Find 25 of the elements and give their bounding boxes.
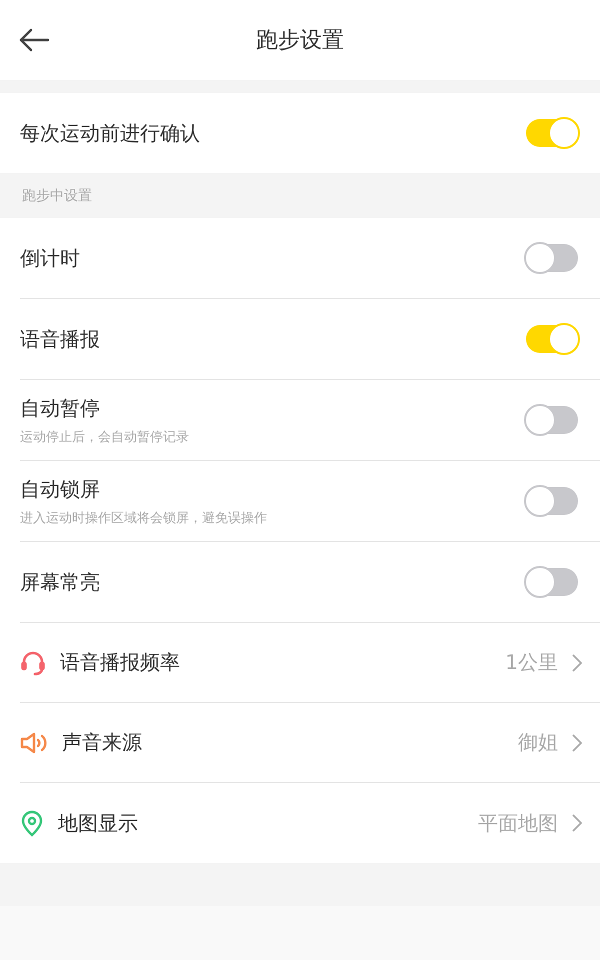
setting-hint: 运动停止后，会自动暂停记录: [20, 428, 190, 446]
settings-nav-row[interactable]: 语音播报频率 1公里: [20, 623, 600, 703]
setting-label: 语音播报: [20, 326, 101, 352]
setting-label: 倒计时: [20, 244, 81, 272]
setting-label: 自动暂停: [20, 394, 101, 422]
setting-hint: 进入运动时操作区域将会锁屏，避免误操作: [20, 510, 268, 526]
setting-label: 屏幕常亮: [20, 568, 101, 596]
toggle-switch[interactable]: [526, 119, 578, 147]
setting-label: 每次运动前进行确认: [20, 120, 201, 146]
toggle-switch[interactable]: [526, 406, 578, 434]
settings-nav-row[interactable]: 地图显示 平面地图: [20, 783, 600, 863]
settings-nav-row[interactable]: 声音来源 御姐: [20, 703, 600, 783]
speaker-icon: [20, 730, 48, 754]
toggle-switch[interactable]: [526, 244, 578, 272]
setting-label: 自动锁屏: [20, 476, 101, 502]
page-title: 跑步设置: [256, 27, 344, 55]
chevron-right-icon: [572, 654, 582, 672]
chevron-right-icon: [572, 814, 582, 832]
toggle-switch[interactable]: [526, 325, 578, 353]
headset-icon: [20, 650, 46, 676]
section-label: 跑步中设置: [22, 186, 92, 204]
location-pin-icon: [20, 809, 44, 837]
toggle-switch[interactable]: [526, 487, 578, 515]
chevron-right-icon: [572, 734, 582, 752]
toggle-switch[interactable]: [526, 568, 578, 596]
